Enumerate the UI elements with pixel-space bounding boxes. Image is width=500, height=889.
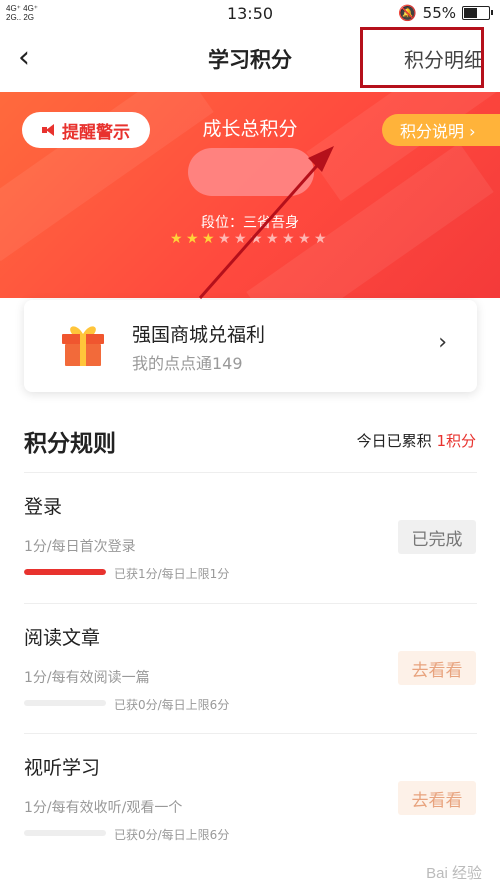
star-icon: ★ bbox=[234, 231, 247, 247]
mall-subtitle: 我的点点通149 bbox=[132, 354, 243, 373]
rank-text: 段位：三省吾身 bbox=[201, 215, 299, 231]
task-done-button[interactable]: 已完成 bbox=[398, 520, 476, 554]
watermark: Bai 经验 bbox=[426, 865, 482, 882]
bell-mute-icon: 🔕 bbox=[397, 4, 417, 22]
battery-icon bbox=[462, 6, 493, 20]
task-name: 阅读文章 bbox=[24, 627, 101, 649]
star-icon: ★ bbox=[250, 231, 263, 247]
task-row: 阅读文章 1分/每有效阅读一篇 已获0分/每日上限6分 去看看 bbox=[0, 605, 500, 735]
points-explain-button[interactable]: 积分说明 › bbox=[382, 114, 500, 146]
task-progress-bar bbox=[24, 700, 106, 706]
star-icon: ★ bbox=[186, 231, 199, 247]
battery-fill bbox=[464, 8, 478, 18]
divider bbox=[24, 472, 477, 473]
task-go-button[interactable]: 去看看 bbox=[398, 651, 476, 685]
task-progress-bar bbox=[24, 569, 106, 575]
task-progress-text: 已获1分/每日上限1分 bbox=[114, 567, 230, 581]
task-progress-text: 已获0分/每日上限6分 bbox=[114, 828, 230, 842]
status-right: 🔕 55% bbox=[397, 4, 493, 22]
mall-title: 强国商城兑福利 bbox=[132, 324, 266, 346]
score-display bbox=[188, 148, 314, 196]
star-icon: ★ bbox=[170, 231, 183, 247]
star-icon: ★ bbox=[218, 231, 231, 247]
status-bar: 4G⁺ 4G⁺ 2G.. 2G 13:50 🔕 55% bbox=[0, 0, 500, 26]
mall-card[interactable]: 强国商城兑福利 我的点点通149 › bbox=[24, 300, 477, 392]
today-points: 今日已累积 1积分 bbox=[357, 430, 476, 451]
star-icon: ★ bbox=[202, 231, 215, 247]
task-rule: 1分/每有效阅读一篇 bbox=[24, 670, 150, 686]
task-name: 视听学习 bbox=[24, 757, 101, 779]
divider bbox=[24, 733, 477, 734]
battery-percent: 55% bbox=[422, 4, 456, 22]
task-row: 登录 1分/每日首次登录 已获1分/每日上限1分 已完成 bbox=[0, 474, 500, 604]
star-icon: ★ bbox=[298, 231, 311, 247]
task-progress-fill bbox=[24, 569, 106, 575]
star-icon: ★ bbox=[282, 231, 295, 247]
today-points-value: 1积分 bbox=[436, 432, 476, 450]
star-icon: ★ bbox=[314, 231, 327, 247]
task-name: 登录 bbox=[24, 496, 63, 518]
task-progress-text: 已获0分/每日上限6分 bbox=[114, 698, 230, 712]
gift-icon bbox=[62, 326, 104, 366]
star-icon: ★ bbox=[266, 231, 279, 247]
rank-stars: ★ ★ ★ ★ ★ ★ ★ ★ ★ ★ bbox=[170, 232, 328, 246]
rules-title: 积分规则 bbox=[24, 431, 116, 457]
task-go-button[interactable]: 去看看 bbox=[398, 781, 476, 815]
task-row: 视听学习 1分/每有效收听/观看一个 已获0分/每日上限6分 去看看 bbox=[0, 735, 500, 865]
chevron-right-icon: › bbox=[438, 330, 447, 355]
task-rule: 1分/每有效收听/观看一个 bbox=[24, 800, 183, 816]
today-points-label: 今日已累积 bbox=[356, 432, 437, 450]
task-rule: 1分/每日首次登录 bbox=[24, 539, 136, 555]
points-banner: 提醒警示 成长总积分 积分说明 › 段位：三省吾身 ★ ★ ★ ★ ★ ★ ★ ★ ★ ★ bbox=[0, 92, 500, 298]
task-progress-bar bbox=[24, 830, 106, 836]
annotation-box bbox=[360, 27, 484, 88]
divider bbox=[24, 603, 477, 604]
